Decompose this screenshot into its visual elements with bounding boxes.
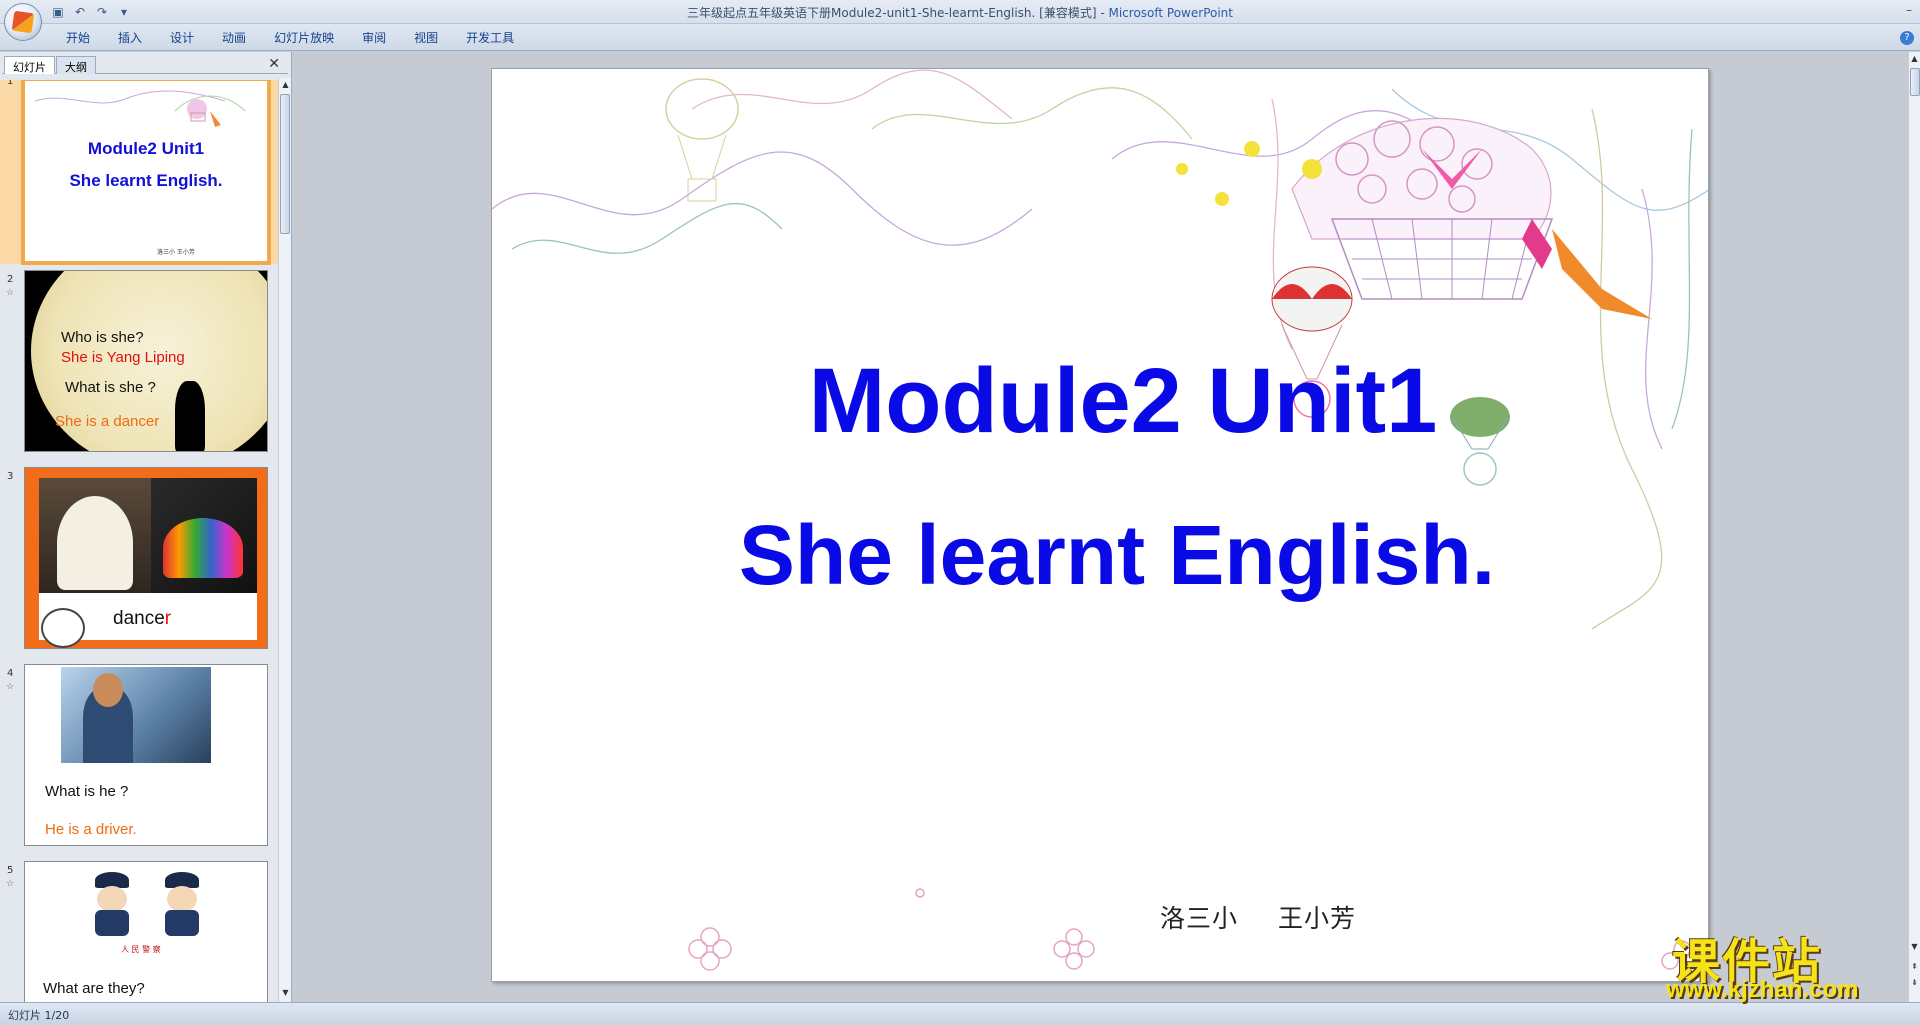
police-sign: 人 民 警 察 <box>121 945 161 954</box>
tab-developer[interactable]: 开发工具 <box>452 30 528 46</box>
driver-photo <box>61 667 211 763</box>
thumbnail-text: She is a dancer <box>55 413 160 430</box>
slide-number: 5 <box>7 865 14 876</box>
slides-panel: 幻灯片 大纲 ✕ 1 Module2 Unit1 She learnt Engl… <box>0 52 292 1002</box>
scrollbar-thumb[interactable] <box>1910 68 1920 96</box>
thumbnail-author: 洛三小 王小芳 <box>157 249 195 256</box>
author-school: 洛三小 <box>1160 904 1239 933</box>
slide-title[interactable]: Module2 Unit1 <box>538 349 1708 454</box>
ribbon-tabs: 开始 插入 设计 动画 幻灯片放映 审阅 视图 开发工具 <box>52 30 528 46</box>
thumbnail-text: Who is she? <box>61 329 144 346</box>
next-slide-icon[interactable]: ⇟ <box>1909 976 1920 990</box>
thumbnail-text: What is he ? <box>45 783 129 800</box>
word-suffix: r <box>164 608 172 629</box>
scroll-up-icon[interactable]: ▲ <box>279 78 292 92</box>
status-bar: 幻灯片 1/20 <box>0 1002 1920 1025</box>
thumbnail-content: dancer <box>39 478 257 648</box>
current-slide[interactable]: Module2 Unit1 She learnt English. 洛三小 王小芳 <box>491 68 1709 982</box>
tab-insert[interactable]: 插入 <box>104 30 156 46</box>
dancer-photo-2 <box>151 478 257 593</box>
minimize-icon[interactable]: – <box>1906 3 1912 17</box>
watermark-url: www.kjzhan.com <box>1666 976 1859 1003</box>
thumbnail-text: What is she ? <box>65 379 156 396</box>
slide-counter: 幻灯片 1/20 <box>8 1009 70 1022</box>
slide-thumbnails: 1 Module2 Unit1 She learnt English. 洛三小 … <box>0 80 278 1002</box>
animation-star-icon: ☆ <box>6 682 15 692</box>
tab-slides[interactable]: 幻灯片 <box>4 56 55 74</box>
help-icon[interactable]: ? <box>1900 31 1914 45</box>
dancer-photo-1 <box>39 478 151 593</box>
tab-slideshow[interactable]: 幻灯片放映 <box>260 30 348 46</box>
title-bar: ▣ ↶ ↷ ▾ 三年级起点五年级英语下册Module2-unit1-She-le… <box>0 0 1920 24</box>
scroll-down-icon[interactable]: ▼ <box>279 986 292 1000</box>
watermark: 课件站 www.kjzhan.com <box>1664 922 1904 1003</box>
tab-design[interactable]: 设计 <box>156 30 208 46</box>
slide-number: 1 <box>7 80 14 87</box>
scrollbar-thumb[interactable] <box>280 94 290 234</box>
tab-review[interactable]: 审阅 <box>348 30 400 46</box>
window-controls: – <box>1906 3 1912 17</box>
ribbon: 开始 插入 设计 动画 幻灯片放映 审阅 视图 开发工具 ? <box>0 24 1920 51</box>
tab-home[interactable]: 开始 <box>52 30 104 46</box>
tab-animations[interactable]: 动画 <box>208 30 260 46</box>
tab-view[interactable]: 视图 <box>400 30 452 46</box>
police-cartoon-1 <box>91 872 133 936</box>
thumbnail-word: dancer <box>113 608 171 630</box>
tab-outline[interactable]: 大纲 <box>56 56 96 74</box>
scroll-up-icon[interactable]: ▲ <box>1909 52 1920 66</box>
slide-subtitle[interactable]: She learnt English. <box>526 507 1708 604</box>
slide-workspace: Module2 Unit1 She learnt English. 洛三小 王小芳 <box>293 52 1895 1002</box>
author-name: 王小芳 <box>1278 904 1357 933</box>
slide-number: 2 <box>7 274 14 285</box>
thumbnail-slide-3[interactable]: dancer <box>24 467 268 649</box>
thumbnail-slide-2[interactable]: Who is she? She is Yang Liping What is s… <box>24 270 268 452</box>
window-title: 三年级起点五年级英语下册Module2-unit1-She-learnt-Eng… <box>0 4 1920 21</box>
thumbnail-slide-4[interactable]: What is he ? He is a driver. <box>24 664 268 846</box>
slide-number: 4 <box>7 668 14 679</box>
slide-scrollbar[interactable]: ▲ ▼ ⇞ ⇟ <box>1908 52 1920 1002</box>
thumbnail-title: Module2 Unit1 <box>87 139 205 158</box>
app-name: Microsoft PowerPoint <box>1108 6 1233 20</box>
thumbnail-slide-1[interactable]: Module2 Unit1 She learnt English. 洛三小 王小… <box>21 80 271 265</box>
panel-tabs: 幻灯片 大纲 ✕ <box>2 54 288 74</box>
thumbnail-text: What are they? <box>43 980 145 997</box>
dancer-silhouette <box>175 381 205 451</box>
thumbnail-text: She is Yang Liping <box>61 349 185 366</box>
previous-slide-icon[interactable]: ⇞ <box>1909 960 1920 974</box>
slide-author[interactable]: 洛三小 王小芳 <box>1160 899 1356 935</box>
thumbnail-scrollbar[interactable]: ▲ ▼ <box>278 78 291 1002</box>
close-icon[interactable]: ✕ <box>268 56 280 72</box>
document-name: 三年级起点五年级英语下册Module2-unit1-She-learnt-Eng… <box>687 6 1109 20</box>
slide-number: 3 <box>7 471 14 482</box>
office-button[interactable] <box>4 3 42 41</box>
police-cartoon-2 <box>161 872 203 936</box>
thumbnail-slide-5[interactable]: 人 民 警 察 What are they? <box>24 861 268 1002</box>
thumbnail-text: He is a driver. <box>45 821 137 838</box>
animation-star-icon: ☆ <box>6 288 15 298</box>
word-stem: dance <box>113 608 165 629</box>
bear-icon <box>41 608 85 648</box>
office-logo-icon <box>11 10 35 34</box>
scroll-down-icon[interactable]: ▼ <box>1909 940 1920 954</box>
animation-star-icon: ☆ <box>6 879 15 889</box>
thumbnail-subtitle: She learnt English. <box>69 171 223 190</box>
